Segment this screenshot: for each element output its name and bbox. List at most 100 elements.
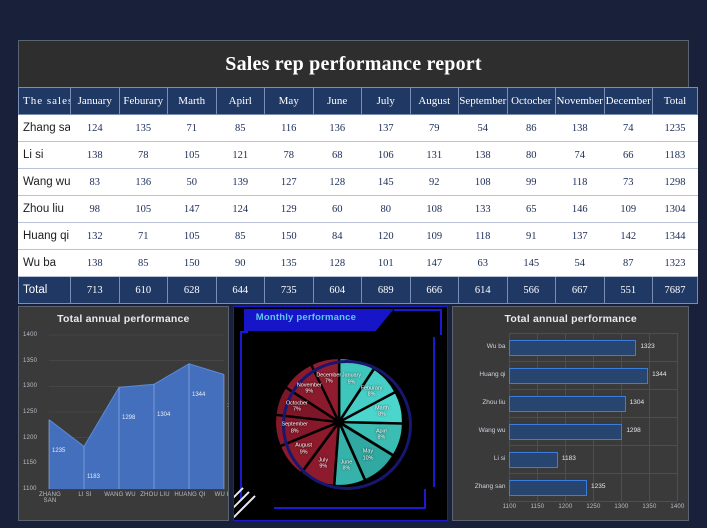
month-value-cell: 147	[167, 195, 216, 223]
bar-x-tick: 1350	[642, 504, 657, 510]
table-col-header: Marth	[167, 87, 217, 115]
table-col-header: June	[312, 87, 362, 115]
sales-table: The sales January Feburary Marth Apirl May Jun…	[18, 87, 698, 304]
month-value-cell: 137	[361, 114, 410, 142]
month-value-cell: 90	[216, 249, 265, 277]
bar-x-tick: 1150	[530, 504, 545, 510]
pie-slice-label: July 9%	[318, 457, 328, 470]
month-value-cell: 116	[264, 114, 313, 142]
month-value-cell: 128	[313, 249, 362, 277]
bar-gridline	[677, 333, 679, 501]
month-value-cell: 136	[313, 114, 362, 142]
month-value-cell: 136	[119, 168, 168, 196]
month-total-cell: 667	[555, 276, 605, 304]
frame-bottom-right	[423, 489, 426, 509]
bar-row-gridline	[509, 333, 678, 334]
month-value-cell: 133	[458, 195, 507, 223]
month-value-cell: 138	[555, 114, 604, 142]
month-value-cell: 85	[119, 249, 168, 277]
bar-value-label: 1183	[561, 455, 576, 462]
month-value-cell: 105	[119, 195, 168, 223]
pie-slice-label: August 9%	[295, 443, 312, 456]
bar-rect	[509, 368, 649, 384]
month-value-cell: 138	[458, 141, 507, 169]
bar-category-label: Wu ba	[486, 343, 506, 350]
month-value-cell: 106	[361, 141, 410, 169]
table-col-header: September	[458, 87, 508, 115]
month-value-cell: 146	[555, 195, 604, 223]
pie-slice-percent: 9%	[305, 388, 314, 395]
month-total-cell: 614	[458, 276, 508, 304]
month-value-cell: 71	[167, 114, 216, 142]
rep-name-cell: Li si	[18, 141, 71, 169]
month-value-cell: 139	[216, 168, 265, 196]
pie-slice-percent: 8%	[377, 434, 386, 441]
month-value-cell: 60	[313, 195, 362, 223]
row-total-cell: 1183	[652, 141, 698, 169]
area-data-label: 1298	[122, 415, 136, 422]
dashboard-root: Sales rep performance report The sales Ja…	[18, 40, 698, 521]
month-total-cell: 610	[118, 276, 168, 304]
table-col-header: Feburary	[118, 87, 168, 115]
area-x-tick: WANG WU	[104, 492, 136, 498]
frame-top-left	[239, 331, 248, 333]
pie-slice-percent: 8%	[342, 465, 351, 472]
row-total-cell: 1323	[652, 249, 698, 277]
month-value-cell: 54	[458, 114, 507, 142]
bar-value-label: 1323	[640, 343, 655, 350]
month-value-cell: 101	[361, 249, 410, 277]
month-value-cell: 118	[555, 168, 604, 196]
area-data-label: 1183	[87, 474, 100, 481]
bar-x-tick: 1400	[670, 504, 685, 510]
rep-name-cell: Zhang san	[18, 114, 71, 142]
bar-value-label: 1298	[626, 427, 641, 434]
area-data-label: 1323	[227, 403, 228, 409]
month-value-cell: 121	[216, 141, 265, 169]
pie-slice-percent: 9%	[347, 379, 356, 386]
month-value-cell: 127	[264, 168, 313, 196]
month-value-cell: 65	[507, 195, 556, 223]
area-chart-svg	[48, 334, 225, 490]
pie-slice-label: June 8%	[341, 459, 353, 472]
bar-category-label: Wang wu	[478, 427, 506, 434]
area-chart-title: Total annual performance	[57, 313, 190, 325]
month-value-cell: 138	[70, 141, 119, 169]
table-body: Zhang san1241357185116136137795486138741…	[18, 114, 698, 304]
pie-slice-percent: 7%	[292, 407, 301, 414]
bar-rect	[509, 424, 623, 440]
bar-rect	[509, 480, 588, 496]
bar-category-label: Huang qi	[479, 371, 506, 378]
pie-slice-percent: 10%	[362, 455, 374, 462]
month-value-cell: 98	[70, 195, 119, 223]
pie-slice-percent: 8%	[378, 411, 386, 418]
table-col-header: The sales	[18, 87, 71, 115]
month-value-cell: 109	[410, 222, 459, 250]
area-x-tick: ZHOU LIU	[140, 492, 170, 498]
row-total-cell: 1298	[652, 168, 698, 196]
area-data-label: 1235	[52, 447, 66, 454]
table-col-header: November	[555, 87, 605, 115]
month-value-cell: 105	[167, 141, 216, 169]
month-value-cell: 80	[507, 141, 556, 169]
table-row: Wu ba 138 85 150 90 135 128 101 147 63 145 54 87 1323	[18, 249, 698, 277]
bar-chart-panel: Total annual performance 1100 1150 1200 125…	[452, 306, 690, 521]
month-total-cell: 566	[506, 276, 556, 304]
month-value-cell: 85	[216, 114, 265, 142]
pie-slice-label: December 7%	[316, 372, 341, 385]
month-value-cell: 71	[119, 222, 168, 250]
month-value-cell: 78	[119, 141, 168, 169]
area-x-tick: LI SI	[78, 492, 92, 498]
month-value-cell: 145	[507, 249, 556, 277]
month-value-cell: 129	[264, 195, 313, 223]
table-col-header: December	[603, 87, 653, 115]
area-y-tick: 1350	[23, 357, 38, 364]
month-total-cell: 644	[215, 276, 265, 304]
table-col-header: Apirl	[215, 87, 265, 115]
month-value-cell: 83	[70, 168, 119, 196]
rep-name-cell: Zhou liu	[18, 195, 71, 223]
pie-slice-label: May 10%	[363, 449, 374, 462]
month-value-cell: 120	[361, 222, 410, 250]
deco-stripe-3	[233, 495, 256, 520]
pie-slice-label: January 9%	[342, 373, 361, 386]
table-row: Zhou liu 98 105 147 124 129 60 80 108 133 65 146 109…	[18, 195, 698, 223]
